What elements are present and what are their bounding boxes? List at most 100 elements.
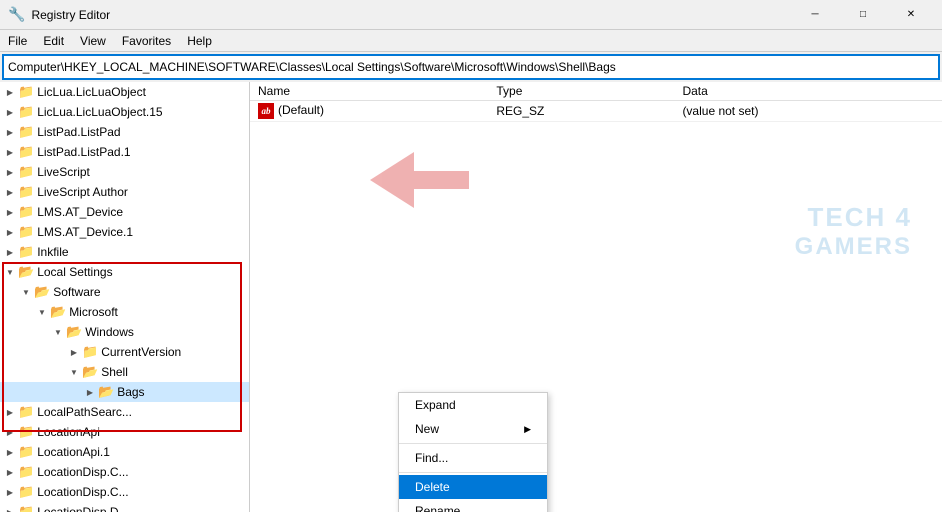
folder-icon: 📁 [82, 344, 98, 360]
menu-view[interactable]: View [72, 32, 114, 50]
title-text: Registry Editor [31, 8, 110, 22]
folder-icon: 📁 [18, 444, 34, 460]
menu-file[interactable]: File [0, 32, 35, 50]
expander-icon: ▶ [2, 484, 18, 500]
folder-icon: 📂 [66, 324, 82, 340]
tree-item-locationdispc[interactable]: ▶📁LocationDisp.C... [0, 462, 249, 482]
folder-icon: 📁 [18, 404, 34, 420]
tree-item-lmsatdevice1[interactable]: ▶📁LMS.AT_Device.1 [0, 222, 249, 242]
tree-item-label: LMS.AT_Device [37, 205, 123, 219]
maximize-button[interactable]: □ [840, 0, 886, 30]
app-icon: 🔧 [8, 6, 25, 23]
tree-item-listpad1[interactable]: ▶📁ListPad.ListPad.1 [0, 142, 249, 162]
tree-item-label: ListPad.ListPad [37, 125, 120, 139]
context-menu-label: Delete [415, 480, 450, 494]
tree-item-microsoft[interactable]: ▼📂Microsoft [0, 302, 249, 322]
tree-item-localpathsearch[interactable]: ▶📁LocalPathSearc... [0, 402, 249, 422]
folder-icon: 📁 [18, 184, 34, 200]
expander-icon: ▶ [2, 224, 18, 240]
folder-icon: 📁 [18, 204, 34, 220]
context-menu-item-rename[interactable]: Rename [399, 499, 547, 512]
right-panel: Name Type Data ab(Default)REG_SZ(value n… [250, 82, 942, 512]
expander-icon: ▶ [2, 184, 18, 200]
tree-item-windows[interactable]: ▼📂Windows [0, 322, 249, 342]
submenu-arrow-icon: ▶ [524, 424, 531, 435]
folder-icon: 📁 [18, 104, 34, 120]
context-menu-item-delete[interactable]: Delete [399, 475, 547, 499]
expander-icon: ▶ [2, 124, 18, 140]
tree-item-livescript[interactable]: ▶📁LiveScript [0, 162, 249, 182]
folder-icon: 📁 [18, 144, 34, 160]
cell-data: (value not set) [674, 101, 942, 122]
folder-icon: 📁 [18, 224, 34, 240]
tree-item-label: LocationDisp.D... [37, 505, 128, 512]
tree-item-label: Microsoft [69, 305, 118, 319]
tree-item-software[interactable]: ▼📂Software [0, 282, 249, 302]
tree-item-label: LocalPathSearc... [37, 405, 132, 419]
col-data: Data [674, 82, 942, 101]
tree-item-label: Shell [101, 365, 128, 379]
folder-icon: 📁 [18, 84, 34, 100]
menu-favorites[interactable]: Favorites [114, 32, 179, 50]
col-name: Name [250, 82, 488, 101]
folder-icon: 📁 [18, 484, 34, 500]
tree-item-listpad[interactable]: ▶📁ListPad.ListPad [0, 122, 249, 142]
watermark-line1: TECH 4 [795, 202, 912, 233]
folder-icon: 📂 [50, 304, 66, 320]
tree-item-locationdispd[interactable]: ▶📁LocationDisp.D... [0, 502, 249, 512]
tree-item-label: LiveScript Author [37, 185, 128, 199]
tree-item-locationapi[interactable]: ▶📁LocationApi [0, 422, 249, 442]
menu-help[interactable]: Help [179, 32, 220, 50]
tree-item-shell[interactable]: ▼📂Shell [0, 362, 249, 382]
folder-icon: 📂 [82, 364, 98, 380]
context-menu-item-new[interactable]: New ▶ [399, 417, 547, 441]
tree-item-bags[interactable]: ▶📂Bags [0, 382, 249, 402]
cell-type: REG_SZ [488, 101, 674, 122]
tree-item-currentversion[interactable]: ▶📁CurrentVersion [0, 342, 249, 362]
address-text: Computer\HKEY_LOCAL_MACHINE\SOFTWARE\Cla… [8, 60, 934, 74]
detail-table: Name Type Data ab(Default)REG_SZ(value n… [250, 82, 942, 122]
minimize-button[interactable]: ─ [792, 0, 838, 30]
expander-icon: ▼ [18, 284, 34, 300]
tree-item-label: LicLua.LicLuaObject [37, 85, 146, 99]
context-menu-label: Find... [415, 451, 448, 465]
table-row[interactable]: ab(Default)REG_SZ(value not set) [250, 101, 942, 122]
tree-item-locationapi1[interactable]: ▶📁LocationApi.1 [0, 442, 249, 462]
context-menu-item-find[interactable]: Find... [399, 446, 547, 470]
tree-item-label: Software [53, 285, 100, 299]
tree-item-label: LocationDisp.C... [37, 485, 128, 499]
arrow-watermark [370, 152, 469, 208]
tree-item-localsettings[interactable]: ▼📂Local Settings [0, 262, 249, 282]
tree-item-licluaobj15[interactable]: ▶📁LicLua.LicLuaObject.15 [0, 102, 249, 122]
folder-icon: 📁 [18, 244, 34, 260]
expander-icon: ▶ [2, 244, 18, 260]
expander-icon: ▼ [2, 264, 18, 280]
expander-icon: ▶ [2, 424, 18, 440]
tree-item-label: Windows [85, 325, 134, 339]
tree-item-lmsatdevice[interactable]: ▶📁LMS.AT_Device [0, 202, 249, 222]
tree-item-locationdispc2[interactable]: ▶📁LocationDisp.C... [0, 482, 249, 502]
context-menu-item-expand[interactable]: Expand [399, 393, 547, 417]
tree-item-livescriptauthor[interactable]: ▶📁LiveScript Author [0, 182, 249, 202]
expander-icon: ▶ [2, 104, 18, 120]
expander-icon: ▶ [2, 84, 18, 100]
tree-panel[interactable]: ▶📁LicLua.LicLuaObject▶📁LicLua.LicLuaObje… [0, 82, 250, 512]
menu-bar: File Edit View Favorites Help [0, 30, 942, 52]
expander-icon: ▶ [2, 404, 18, 420]
folder-icon: 📁 [18, 164, 34, 180]
folder-icon: 📁 [18, 464, 34, 480]
context-menu-label: New [415, 422, 439, 436]
tree-item-label: Local Settings [37, 265, 112, 279]
close-button[interactable]: ✕ [888, 0, 934, 30]
folder-icon: 📁 [18, 424, 34, 440]
cell-name: ab(Default) [250, 101, 488, 122]
tree-item-inkfile[interactable]: ▶📁Inkfile [0, 242, 249, 262]
tree-item-label: LiveScript [37, 165, 90, 179]
menu-edit[interactable]: Edit [35, 32, 72, 50]
tree-item-label: LMS.AT_Device.1 [37, 225, 133, 239]
tree-item-label: LocationApi.1 [37, 445, 110, 459]
expander-icon: ▶ [2, 444, 18, 460]
tree-item-licluaobj[interactable]: ▶📁LicLua.LicLuaObject [0, 82, 249, 102]
expander-icon: ▶ [2, 164, 18, 180]
address-bar[interactable]: Computer\HKEY_LOCAL_MACHINE\SOFTWARE\Cla… [2, 54, 940, 80]
